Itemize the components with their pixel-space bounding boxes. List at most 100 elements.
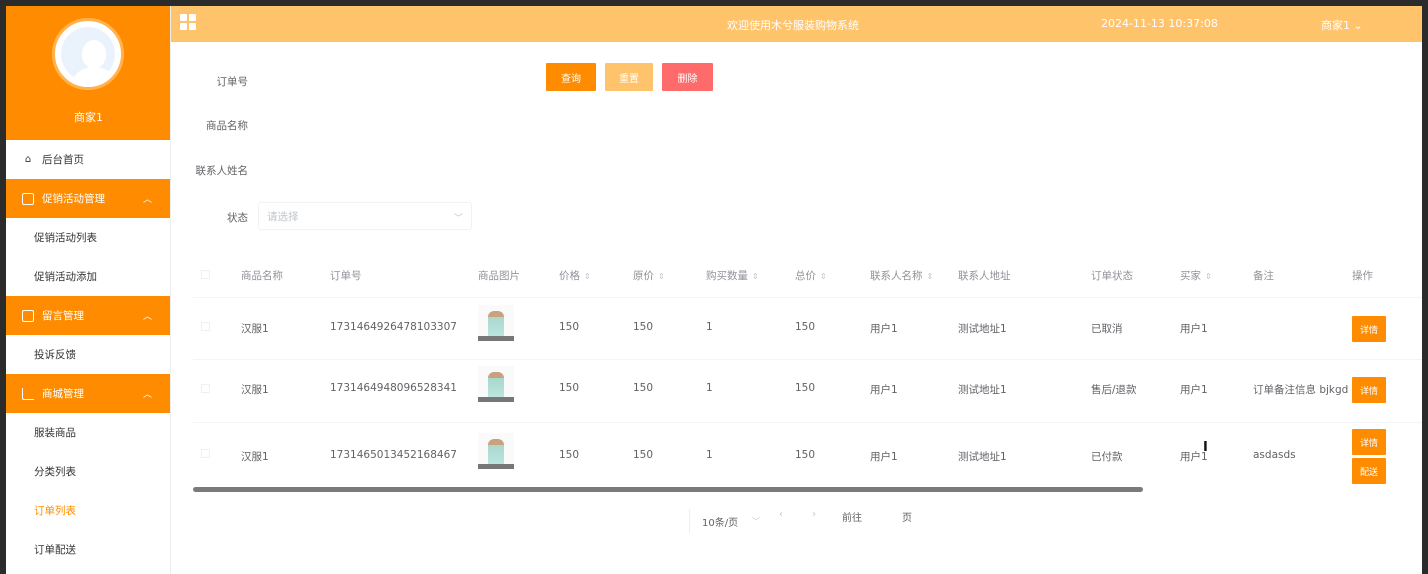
row-checkbox[interactable]: [201, 322, 210, 331]
sidebar-item-home[interactable]: ⌂ 后台首页: [6, 140, 170, 179]
sidebar-item-categories[interactable]: 分类列表: [6, 452, 170, 491]
cell-contact: 用户1: [870, 384, 898, 396]
cell-original-price: 150: [633, 449, 654, 461]
cell-order-no: 1731464948096528341: [330, 382, 457, 394]
chevron-up-icon: ︿: [142, 195, 152, 205]
next-page-icon[interactable]: ›: [812, 509, 816, 520]
col-header-label: 买家: [1180, 270, 1201, 282]
sidebar-item-promotion-add[interactable]: 促销活动添加: [6, 257, 170, 296]
sidebar-group-messages[interactable]: 留言管理 ︿: [6, 296, 170, 335]
sidebar-item-clothing[interactable]: 服装商品: [6, 413, 170, 452]
cell-price: 150: [559, 321, 580, 333]
col-header-sortable[interactable]: 总价 ⇕: [795, 268, 827, 283]
divider: [193, 359, 1422, 360]
text-cursor-icon: I: [1203, 440, 1208, 455]
cell-status: 已付款: [1091, 451, 1123, 463]
goto-label: 前往: [842, 513, 862, 524]
col-header-label: 原价: [633, 270, 654, 282]
col-header-sortable[interactable]: 联系人名称 ⇕: [870, 268, 933, 283]
select-all-checkbox[interactable]: [201, 270, 210, 279]
sidebar-group-mall[interactable]: 商城管理 ︿: [6, 374, 170, 413]
status-placeholder: 请选择: [267, 210, 299, 223]
app-frame: 商家1 ⌂ 后台首页 促销活动管理 ︿ 促销活动列表 促销活动添加 留言管理 ︿…: [6, 6, 1422, 574]
sidebar-item-orders[interactable]: 订单列表: [6, 491, 170, 530]
page-size-select[interactable]: 10条/页 ﹀: [689, 509, 767, 533]
reset-button[interactable]: 重置: [605, 63, 653, 91]
horizontal-scrollbar[interactable]: [193, 487, 1143, 492]
sidebar-item-feedback[interactable]: 投诉反馈: [6, 335, 170, 374]
cell-address: 测试地址1: [958, 384, 1007, 396]
delete-button[interactable]: 删除: [662, 63, 713, 91]
cell-product: 汉服1: [241, 323, 269, 335]
header-title: 欢迎使用木兮服装购物系统: [727, 19, 859, 32]
col-header-sortable[interactable]: 购买数量 ⇕: [706, 268, 759, 283]
col-header: 订单号: [330, 270, 362, 282]
user-menu[interactable]: 商家1 ⌄: [1321, 17, 1363, 33]
product-thumbnail[interactable]: [478, 305, 514, 341]
sort-icon: ⇕: [926, 272, 934, 281]
col-header: 备注: [1253, 270, 1274, 282]
chevron-up-icon: ︿: [142, 312, 152, 322]
divider: [193, 297, 1422, 298]
col-header-label: 价格: [559, 270, 580, 282]
sidebar-item-promotion-list[interactable]: 促销活动列表: [6, 218, 170, 257]
message-icon: [22, 309, 34, 322]
avatar-placeholder-icon: [61, 27, 115, 87]
cell-address: 测试地址1: [958, 451, 1007, 463]
sidebar-item-delivery[interactable]: 订单配送: [6, 530, 170, 569]
cell-total: 150: [795, 382, 816, 394]
query-button[interactable]: 查询: [546, 63, 596, 91]
cell-original-price: 150: [633, 382, 654, 394]
orders-table: 商品名称 订单号 商品图片 价格 ⇕ 原价 ⇕ 购买数量 ⇕ 总价 ⇕ 联系人名称 ⇕ 联…: [193, 252, 1422, 492]
col-header-label: 总价: [795, 270, 816, 282]
cell-contact: 用户1: [870, 323, 898, 335]
detail-button[interactable]: 详情: [1352, 377, 1386, 403]
col-header: 操作: [1352, 270, 1373, 282]
col-header: 订单状态: [1091, 270, 1133, 282]
row-checkbox[interactable]: [201, 449, 210, 458]
detail-button[interactable]: 详情: [1352, 316, 1386, 342]
deliver-button[interactable]: 配送: [1352, 458, 1386, 484]
sidebar-group-label: 留言管理: [42, 310, 84, 322]
product-thumbnail[interactable]: [478, 366, 514, 402]
col-header-label: 购买数量: [706, 270, 748, 282]
header-datetime: 2024-11-13 10:37:08: [1101, 17, 1218, 30]
divider: [193, 422, 1422, 423]
sort-icon: ⇕: [820, 272, 827, 281]
cell-original-price: 150: [633, 321, 654, 333]
cell-buyer: 用户1: [1180, 384, 1208, 396]
row-checkbox[interactable]: [201, 384, 210, 393]
product-thumbnail[interactable]: [478, 433, 514, 469]
status-select[interactable]: 请选择 ﹀: [258, 202, 472, 230]
col-header: 商品名称: [241, 270, 283, 282]
cell-price: 150: [559, 449, 580, 461]
status-label: 状态: [227, 212, 248, 224]
cell-order-no: 1731465013452168467: [330, 449, 457, 461]
avatar[interactable]: [52, 18, 124, 90]
cell-remark: asdasds: [1253, 449, 1296, 461]
col-header: 联系人地址: [958, 270, 1011, 282]
profile-name: 商家1: [74, 111, 103, 124]
cell-contact: 用户1: [870, 451, 898, 463]
chevron-up-icon: ︿: [142, 390, 152, 400]
goto-page-input[interactable]: [872, 509, 896, 525]
product-name-label: 商品名称: [206, 120, 248, 132]
cell-buyer: 用户1: [1180, 323, 1208, 335]
cell-remark: 订单备注信息 bjkgd: [1253, 384, 1349, 396]
col-header-sortable[interactable]: 价格 ⇕: [559, 268, 591, 283]
col-header-sortable[interactable]: 买家 ⇕: [1180, 268, 1212, 283]
cell-quantity: 1: [706, 449, 713, 461]
cart-icon: [22, 387, 34, 400]
sort-icon: ⇕: [1205, 272, 1212, 281]
col-header-sortable[interactable]: 原价 ⇕: [633, 268, 665, 283]
page-suffix: 页: [902, 513, 912, 524]
cell-address: 测试地址1: [958, 323, 1007, 335]
detail-button[interactable]: 详情: [1352, 429, 1386, 455]
cell-total: 150: [795, 449, 816, 461]
top-header: 欢迎使用木兮服装购物系统 2024-11-13 10:37:08 商家1 ⌄: [171, 6, 1422, 42]
col-header-label: 联系人名称: [870, 270, 923, 282]
prev-page-icon[interactable]: ‹: [779, 509, 783, 520]
sidebar-group-promotion[interactable]: 促销活动管理 ︿: [6, 179, 170, 218]
menu-toggle-icon[interactable]: [180, 14, 196, 30]
home-icon: ⌂: [24, 154, 32, 165]
